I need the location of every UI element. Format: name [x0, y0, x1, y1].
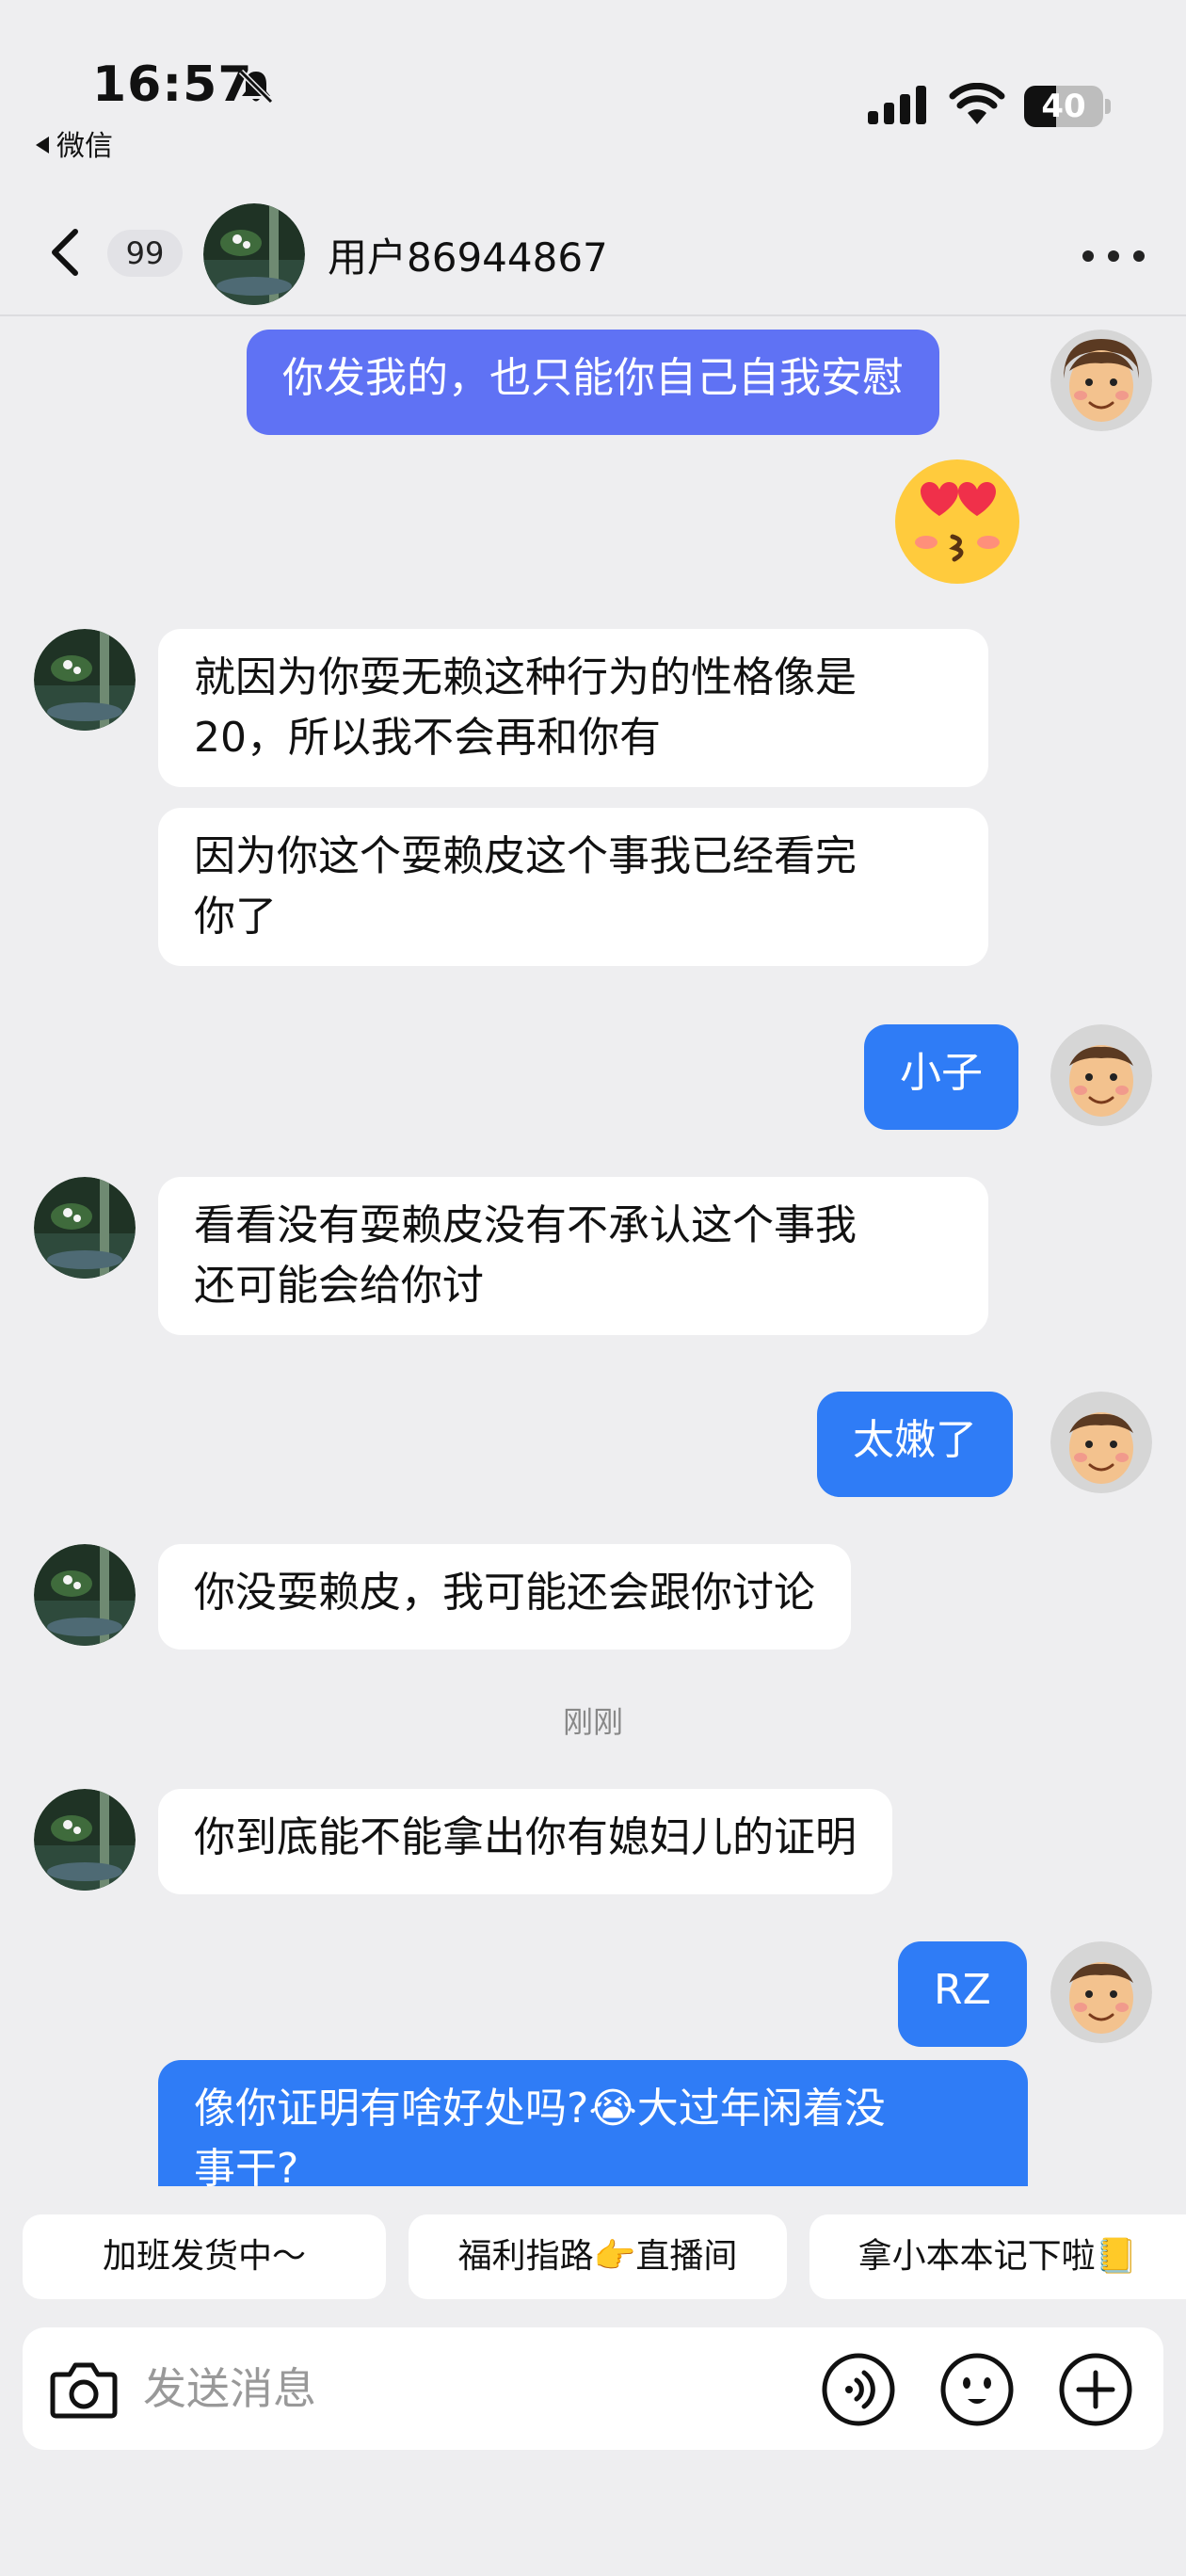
message-text-line: 因为你这个耍赖皮这个事我已经看完 [194, 832, 857, 880]
message-bubble-mine[interactable]: RZ [898, 1941, 1027, 2047]
unread-count-badge[interactable]: 99 [107, 230, 183, 277]
battery-indicator: 40 [1024, 86, 1111, 127]
message-bubble-mine[interactable]: 像你证明有啥好处吗?😭大过年闲着没 事干? [158, 2060, 1028, 2186]
signal-icon [868, 86, 926, 124]
my-avatar[interactable] [1050, 1941, 1152, 2043]
quick-reply-chip[interactable]: 福利指路👉直播间 [409, 2214, 787, 2299]
chat-title: 用户86944867 [328, 234, 608, 281]
quick-reply-bar: 加班发货中～ 福利指路👉直播间 拿小本本记下啦📒 [0, 2214, 1186, 2301]
message-bubble-theirs[interactable]: 就因为你耍无赖这种行为的性格像是 20，所以我不会再和你有 [158, 629, 988, 787]
message-bubble-theirs[interactable]: 看看没有耍赖皮没有不承认这个事我 还可能会给你讨 [158, 1177, 988, 1335]
message-bubble-theirs[interactable]: 你没耍赖皮，我可能还会跟你讨论 [158, 1544, 851, 1650]
add-icon[interactable] [1058, 2352, 1133, 2427]
more-icon[interactable] [1079, 245, 1148, 267]
contact-avatar[interactable] [34, 1789, 136, 1891]
back-to-app-link[interactable]: 微信 [36, 122, 113, 164]
message-bubble-theirs[interactable]: 因为你这个耍赖皮这个事我已经看完 你了 [158, 808, 988, 966]
message-text: 小子 [900, 1049, 983, 1097]
my-avatar[interactable] [1050, 1392, 1152, 1493]
heart-eyes-kiss-emoji[interactable] [889, 450, 1026, 588]
message-text: 你没耍赖皮，我可能还会跟你讨论 [194, 1569, 815, 1617]
back-triangle-icon [36, 137, 49, 153]
message-text-line: 事干? [194, 2145, 299, 2186]
message-text-line: 像你证明有啥好处吗?😭大过年闲着没 [194, 2085, 886, 2133]
message-text: 你发我的，也只能你自己自我安慰 [282, 354, 904, 402]
message-text: RZ [934, 1966, 991, 2014]
contact-avatar[interactable] [34, 1544, 136, 1646]
message-input[interactable] [143, 2348, 802, 2429]
message-input-bar [23, 2327, 1163, 2450]
wifi-icon [949, 83, 1005, 124]
contact-avatar[interactable] [34, 1177, 136, 1279]
contact-avatar[interactable] [203, 203, 305, 305]
battery-level: 40 [1041, 88, 1086, 125]
chat-header: 99 用户86944867 [0, 188, 1186, 316]
my-avatar[interactable] [1050, 330, 1152, 431]
message-text-line: 还可能会给你讨 [194, 1262, 484, 1310]
back-icon[interactable] [38, 222, 94, 282]
quick-reply-chip[interactable]: 拿小本本记下啦📒 [809, 2214, 1186, 2299]
message-text: 太嫩了 [853, 1416, 977, 1464]
message-text-line: 你了 [194, 893, 277, 941]
message-text-line: 看看没有耍赖皮没有不承认这个事我 [194, 1201, 857, 1249]
status-bar: 16:57 微信 40 [0, 0, 1186, 179]
message-bubble-theirs[interactable]: 你到底能不能拿出你有媳妇儿的证明 [158, 1789, 892, 1894]
chat-area[interactable]: 你发我的，也只能你自己自我安慰 就因为你耍无赖这种行为的性格像是 20，所以我不… [0, 318, 1186, 2186]
message-text: 你到底能不能拿出你有媳妇儿的证明 [194, 1813, 857, 1861]
bell-off-icon [238, 69, 274, 105]
back-app-label: 微信 [56, 130, 113, 163]
message-bubble-mine[interactable]: 太嫩了 [817, 1392, 1013, 1497]
message-text-line: 20，所以我不会再和你有 [194, 714, 661, 762]
message-timestamp: 刚刚 [562, 1704, 623, 1740]
message-bubble-mine[interactable]: 小子 [864, 1024, 1018, 1130]
my-avatar[interactable] [1050, 1024, 1152, 1126]
message-bubble-mine[interactable]: 你发我的，也只能你自己自我安慰 [247, 330, 939, 435]
quick-reply-chip[interactable]: 加班发货中～ [23, 2214, 386, 2299]
emoji-icon[interactable] [939, 2352, 1015, 2427]
voice-icon[interactable] [821, 2352, 896, 2427]
status-time: 16:57 [92, 56, 253, 113]
message-text-line: 就因为你耍无赖这种行为的性格像是 [194, 653, 857, 701]
contact-avatar[interactable] [34, 629, 136, 731]
camera-icon[interactable] [49, 2358, 119, 2420]
